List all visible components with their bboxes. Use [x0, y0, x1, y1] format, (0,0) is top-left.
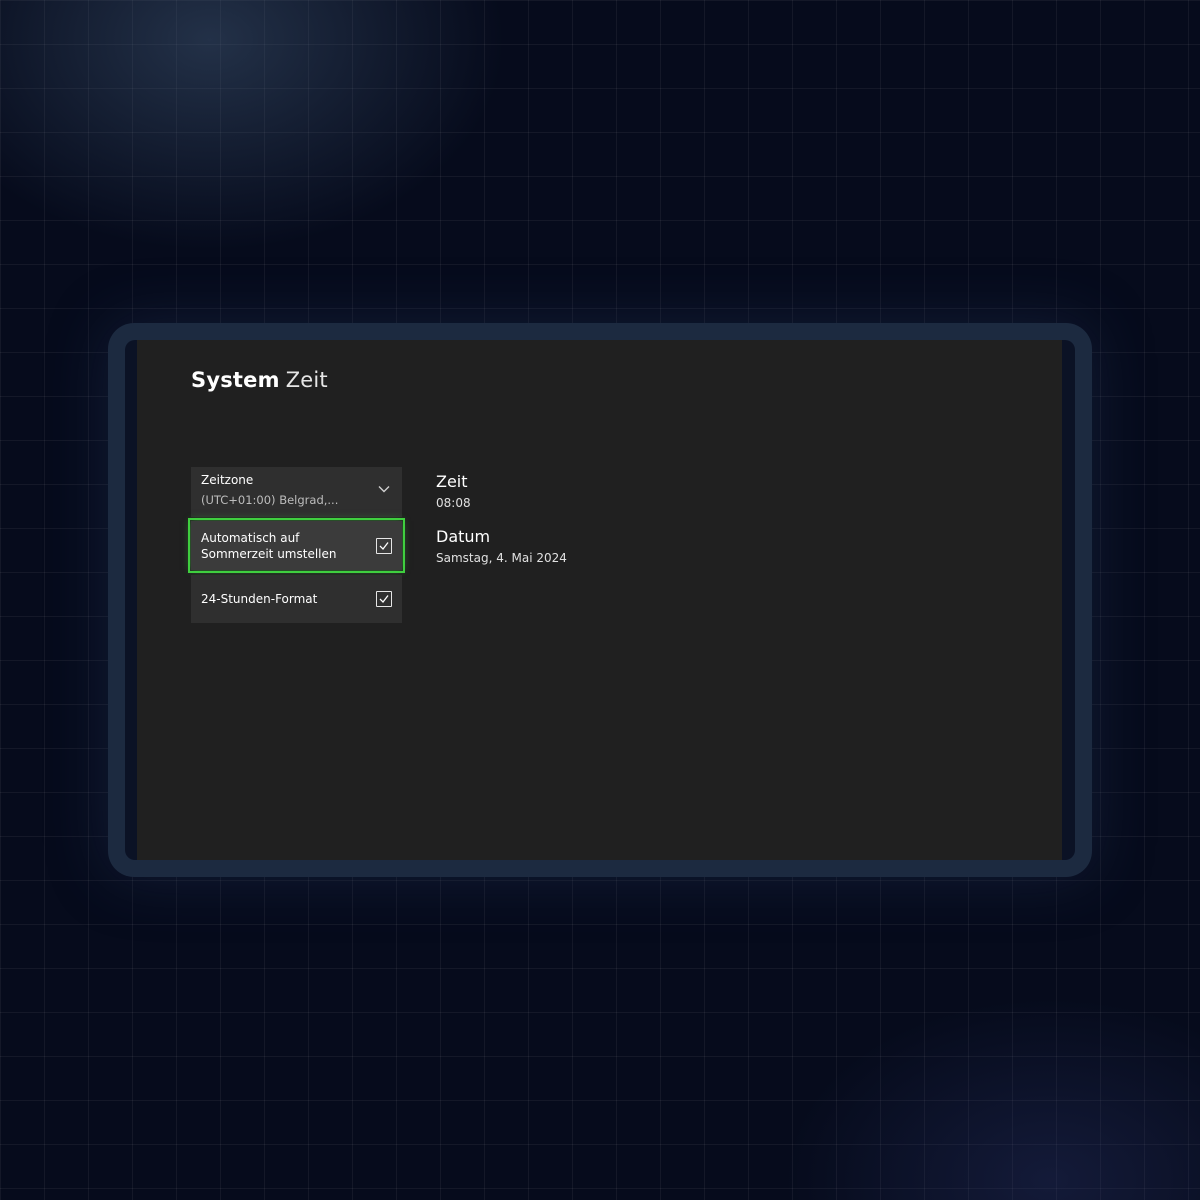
dst-checkbox[interactable] — [376, 537, 392, 554]
date-heading: Datum — [436, 527, 491, 546]
dst-label: Automatisch auf Sommerzeit umstellen — [201, 530, 337, 561]
time-info-panel: Zeit 08:08 Datum Samstag, 4. Mai 2024 — [436, 472, 567, 582]
timezone-dropdown[interactable]: Zeitzone (UTC+01:00) Belgrad,... — [191, 467, 402, 517]
time-block: Zeit 08:08 — [436, 472, 567, 510]
format24h-checkbox[interactable] — [376, 591, 392, 607]
format24h-label: 24-Stunden-Format — [201, 592, 318, 606]
chevron-down-icon — [378, 486, 390, 493]
checkmark-icon — [379, 541, 389, 550]
checkmark-icon — [379, 595, 389, 603]
screen-bezel: System Zeit Zeitzone (UTC+01:00) Belgrad,… — [125, 340, 1075, 860]
format24h-toggle[interactable]: 24-Stunden-Format — [191, 575, 402, 623]
page-title-page: Zeit — [285, 368, 328, 392]
page-title: System Zeit — [191, 368, 328, 392]
page-title-section: System — [191, 368, 280, 392]
timezone-value: (UTC+01:00) Belgrad,... — [201, 493, 339, 507]
time-value: 08:08 — [436, 496, 471, 510]
date-block: Datum Samstag, 4. Mai 2024 — [436, 527, 567, 565]
settings-screen: System Zeit Zeitzone (UTC+01:00) Belgrad,… — [137, 340, 1062, 860]
date-value: Samstag, 4. Mai 2024 — [436, 551, 567, 565]
dst-toggle[interactable]: Automatisch auf Sommerzeit umstellen — [188, 518, 405, 573]
device-frame: System Zeit Zeitzone (UTC+01:00) Belgrad,… — [108, 323, 1092, 877]
settings-list: Zeitzone (UTC+01:00) Belgrad,... Automat… — [188, 467, 405, 623]
time-heading: Zeit — [436, 472, 468, 491]
timezone-label: Zeitzone — [201, 473, 254, 487]
